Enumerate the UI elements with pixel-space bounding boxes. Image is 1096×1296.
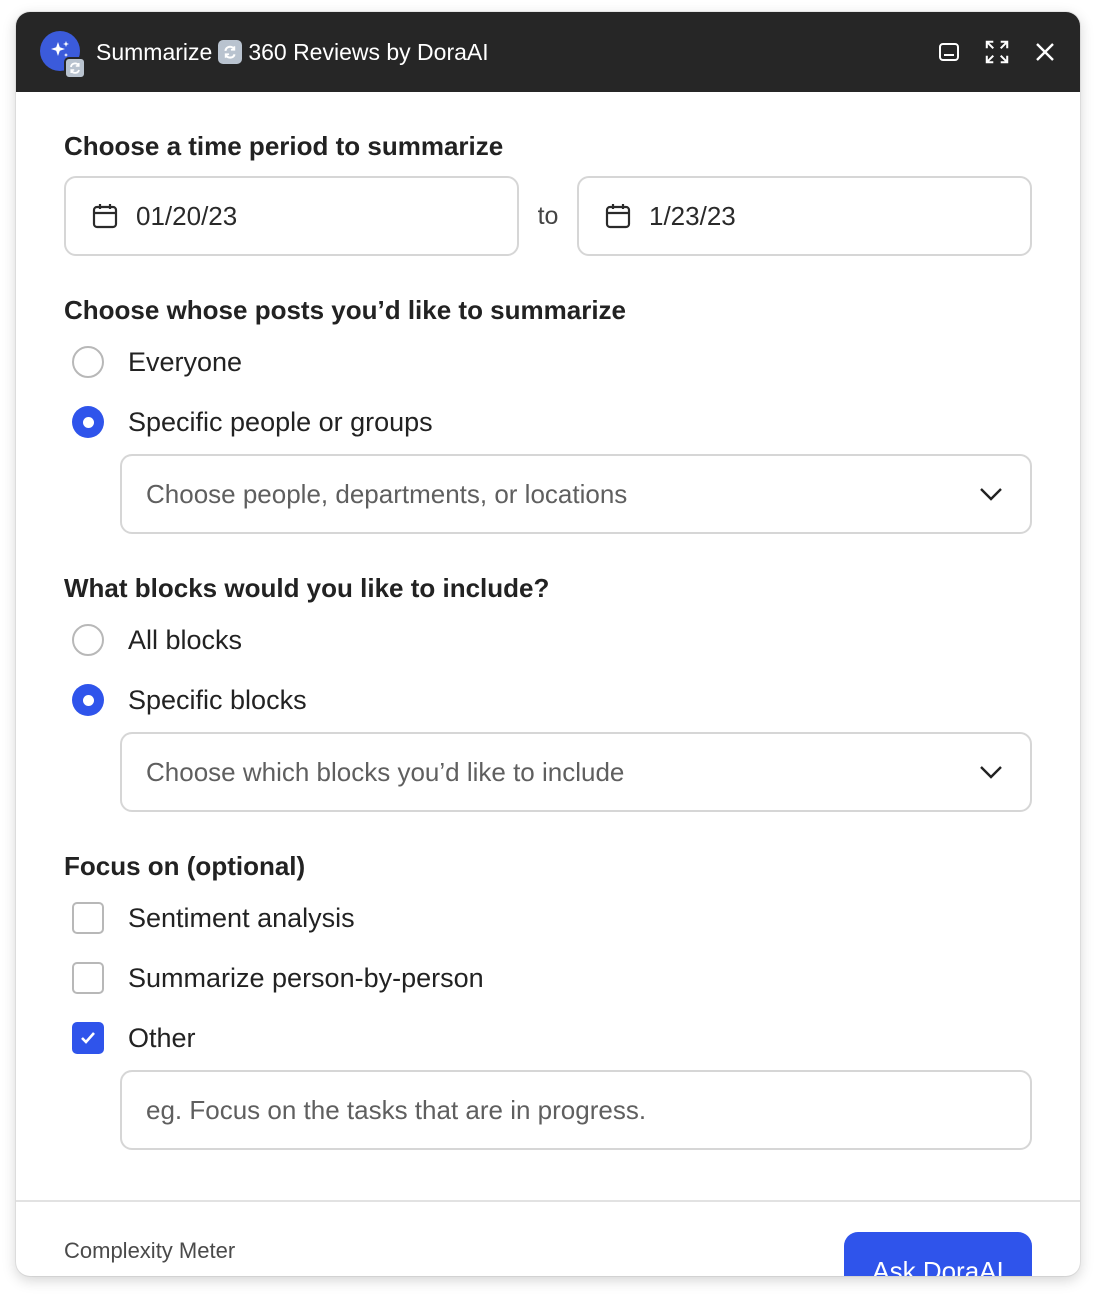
title-suffix: 360 Reviews by DoraAI [248, 38, 489, 65]
minimize-button[interactable] [936, 39, 962, 65]
radio-label: Everyone [128, 346, 243, 377]
close-icon [1036, 43, 1054, 61]
sync-icon [218, 40, 243, 64]
expand-button[interactable] [984, 39, 1010, 65]
checkbox[interactable] [72, 962, 104, 994]
checkbox-label: Sentiment analysis [128, 902, 355, 933]
radio-button-selected[interactable] [72, 684, 104, 716]
radio-button[interactable] [72, 346, 104, 378]
blocks-select[interactable]: Choose which blocks you’d like to includ… [120, 732, 1032, 812]
blocks-heading: What blocks would you like to include? [64, 573, 550, 603]
radio-everyone[interactable]: Everyone [64, 332, 1032, 392]
app-icon [40, 31, 86, 79]
calendar-icon [92, 204, 118, 229]
checkbox-label: Other [128, 1022, 196, 1053]
title-prefix: Summarize [96, 38, 213, 65]
radio-button[interactable] [72, 624, 104, 656]
window-actions [936, 39, 1058, 65]
end-date-value: 1/23/23 [649, 200, 736, 231]
people-select[interactable]: Choose people, departments, or locations [120, 454, 1032, 534]
blocks-select-placeholder: Choose which blocks you’d like to includ… [146, 756, 625, 787]
posts-heading: Choose whose posts you’d like to summari… [64, 295, 627, 325]
checkmark-icon [81, 1032, 95, 1044]
chevron-down-icon [980, 488, 1002, 501]
radio-specific-blocks[interactable]: Specific blocks [64, 670, 1032, 730]
minimize-icon [939, 43, 959, 61]
radio-label: Specific blocks [128, 684, 307, 715]
start-date-field[interactable]: 01/20/23 [64, 176, 519, 256]
start-date-value: 01/20/23 [136, 200, 238, 231]
sync-icon [64, 57, 86, 79]
summarize-dialog: Summarize 360 Reviews by DoraAI Choose a… [16, 12, 1080, 1276]
chevron-down-icon [980, 766, 1002, 779]
expand-icon [985, 40, 1009, 64]
radio-specific-people[interactable]: Specific people or groups [64, 392, 1032, 452]
title-bar: Summarize 360 Reviews by DoraAI [16, 12, 1080, 92]
dialog-title: Summarize 360 Reviews by DoraAI [96, 39, 936, 66]
radio-label: Specific people or groups [128, 406, 433, 437]
radio-all-blocks[interactable]: All blocks [64, 610, 1032, 670]
radio-button-selected[interactable] [72, 406, 104, 438]
people-select-placeholder: Choose people, departments, or locations [146, 478, 628, 509]
checkbox-person-by-person[interactable]: Summarize person-by-person [64, 948, 1032, 1008]
checkbox-other[interactable]: Other [64, 1008, 1032, 1068]
to-label: to [537, 201, 559, 230]
dialog-footer: Complexity Meter Ask DoraAI [16, 1200, 1080, 1276]
radio-label: All blocks [128, 624, 243, 655]
ask-doraai-button[interactable]: Ask DoraAI [844, 1232, 1032, 1276]
complexity-meter-label: Complexity Meter [64, 1238, 236, 1263]
checkbox-label: Summarize person-by-person [128, 962, 484, 993]
form-content: Choose a time period to summarize 01/20/… [16, 92, 1080, 1150]
other-focus-placeholder: eg. Focus on the tasks that are in progr… [146, 1094, 647, 1125]
checkbox[interactable] [72, 902, 104, 934]
close-button[interactable] [1032, 39, 1058, 65]
calendar-icon [605, 204, 631, 229]
time-period-heading: Choose a time period to summarize [64, 131, 504, 161]
date-range: 01/20/23 to 1/23/23 [64, 176, 1032, 256]
checkbox-checked[interactable] [72, 1022, 104, 1054]
end-date-field[interactable]: 1/23/23 [577, 176, 1032, 256]
focus-heading: Focus on (optional) [64, 851, 306, 881]
other-focus-input[interactable]: eg. Focus on the tasks that are in progr… [120, 1070, 1032, 1150]
checkbox-sentiment[interactable]: Sentiment analysis [64, 888, 1032, 948]
